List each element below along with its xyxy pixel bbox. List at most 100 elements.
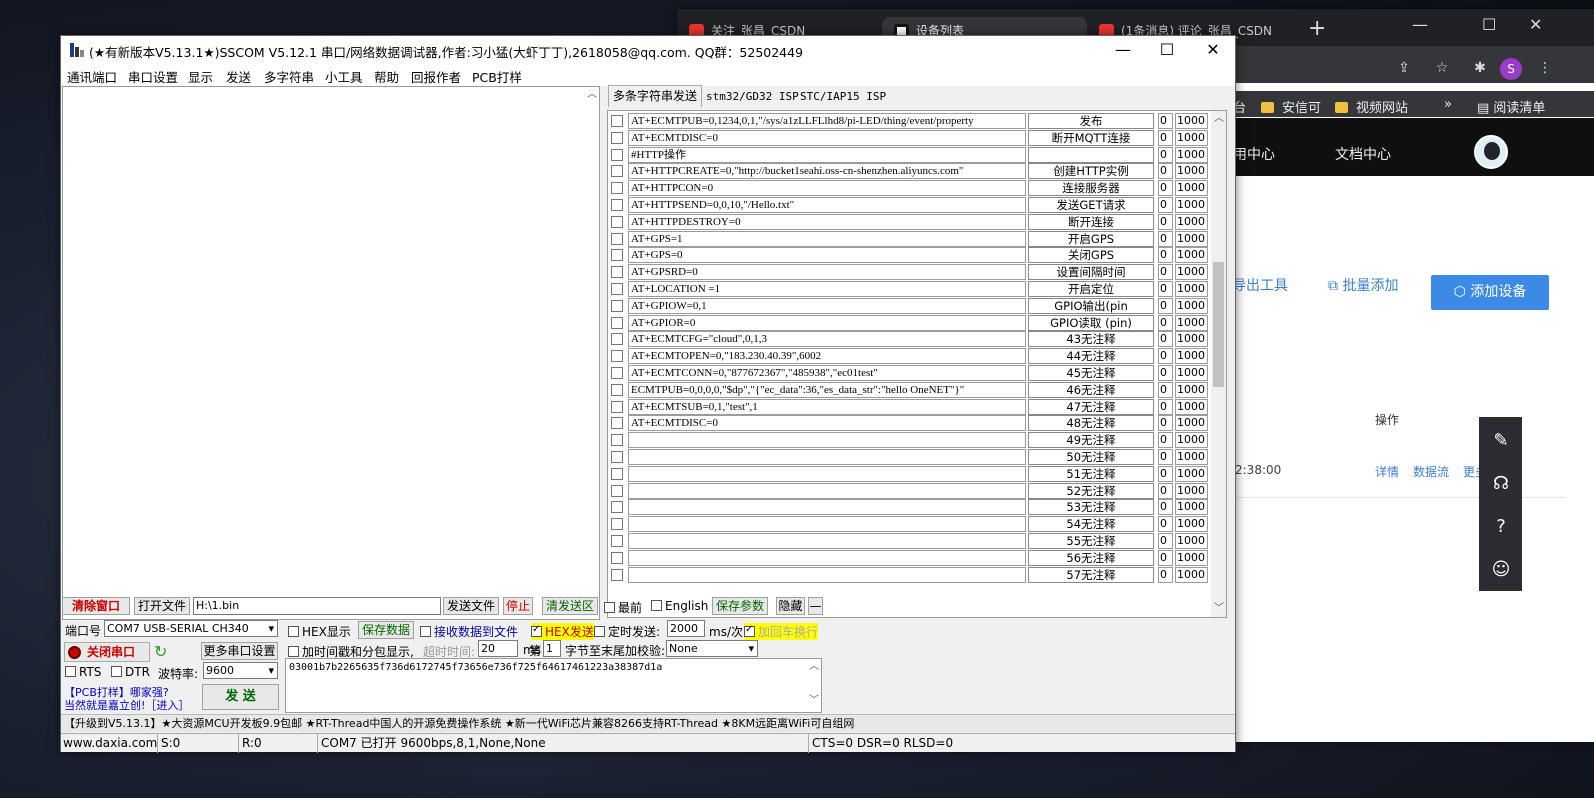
row-checkbox[interactable] <box>611 417 623 430</box>
hex-send-checkbox[interactable]: HEX发送 <box>531 623 594 640</box>
order-field[interactable]: 0 <box>1158 365 1173 381</box>
delay-field[interactable]: 1000 <box>1175 264 1208 281</box>
command-send-button[interactable]: 设置间隔时间 <box>1028 264 1154 281</box>
delay-field[interactable]: 1000 <box>1175 247 1208 264</box>
order-field[interactable]: 0 <box>1158 180 1173 197</box>
delay-field[interactable]: 1000 <box>1175 113 1208 129</box>
file-path-field[interactable]: H:\1.bin <box>193 597 441 615</box>
command-field[interactable] <box>628 465 1026 482</box>
row-checkbox[interactable] <box>611 232 623 245</box>
multi-string-scrollbar[interactable]: ︿ ﹀ <box>1211 111 1226 617</box>
command-field[interactable]: AT+LOCATION =1 <box>628 281 1026 297</box>
command-send-button[interactable]: 57无注释 <box>1028 566 1154 583</box>
command-field[interactable] <box>628 533 1026 549</box>
order-field[interactable]: 0 <box>1158 331 1173 348</box>
command-send-button[interactable]: 51无注释 <box>1028 465 1154 482</box>
command-field[interactable]: #HTTP操作 <box>628 146 1026 163</box>
row-checkbox[interactable] <box>611 199 623 211</box>
command-field[interactable] <box>628 449 1026 465</box>
command-field[interactable]: AT+GPIOR=0 <box>628 314 1026 331</box>
row-checkbox[interactable] <box>611 484 623 497</box>
command-send-button[interactable]: 开启GPS <box>1028 230 1154 247</box>
more-settings-button[interactable]: 更多串口设置 <box>201 642 278 660</box>
nav-item[interactable]: 文档中心 <box>1335 144 1391 164</box>
command-field[interactable]: AT+ECMTPUB=0,1234,0,1,"/sys/a1zLLFLlhd8/… <box>628 113 1026 129</box>
tab-stm32-isp[interactable]: stm32/GD32 ISP <box>702 86 803 107</box>
command-send-button[interactable]: 关闭GPS <box>1028 247 1154 264</box>
close-button[interactable]: ✕ <box>1203 40 1223 59</box>
menu-help[interactable]: 帮助 <box>374 67 399 86</box>
checkbox[interactable] <box>288 626 299 637</box>
news-ticker[interactable]: 【升级到V5.13.1】★大资源MCU开发板9.9包邮 ★RT-Thread中国… <box>61 714 1235 732</box>
command-field[interactable]: AT+GPS=0 <box>628 247 1026 264</box>
dtr-checkbox[interactable]: DTR <box>111 665 150 679</box>
delay-field[interactable]: 1000 <box>1175 381 1208 398</box>
row-checkbox[interactable] <box>611 467 623 480</box>
browser-minimize-button[interactable]: — <box>1412 15 1428 34</box>
row-checkbox[interactable] <box>611 165 623 178</box>
recv-to-file-checkbox[interactable]: 接收数据到文件 <box>420 623 518 640</box>
receive-scrollbar[interactable]: ︿ ﹀ <box>585 87 599 619</box>
menu-tools[interactable]: 小工具 <box>325 67 363 86</box>
delay-field[interactable]: 1000 <box>1175 163 1208 180</box>
interval-field[interactable]: 2000 <box>667 620 705 637</box>
row-checkbox[interactable] <box>611 299 623 312</box>
export-tool-link[interactable]: 导出工具 <box>1232 275 1288 295</box>
checkbox[interactable] <box>111 666 122 677</box>
delay-field[interactable]: 1000 <box>1175 415 1208 432</box>
checkbox[interactable] <box>420 626 431 637</box>
delay-field[interactable]: 1000 <box>1175 129 1208 146</box>
browser-close-button[interactable]: ✕ <box>1529 15 1542 34</box>
command-field[interactable]: AT+HTTPCON=0 <box>628 180 1026 197</box>
command-send-button[interactable]: 54无注释 <box>1028 516 1154 533</box>
delay-field[interactable]: 1000 <box>1175 365 1208 381</box>
clear-send-button[interactable]: 清发送区 <box>542 597 598 615</box>
jlc-promo-link[interactable]: 当然就是嘉立创!［进入］ <box>64 697 189 713</box>
command-send-button[interactable]: 49无注释 <box>1028 432 1154 449</box>
datastream-link[interactable]: 数据流 <box>1413 463 1449 480</box>
user-avatar[interactable] <box>1474 135 1508 169</box>
headset-icon[interactable]: ☊ <box>1491 474 1511 494</box>
order-field[interactable]: 0 <box>1158 129 1173 146</box>
row-checkbox[interactable] <box>611 182 623 195</box>
delay-field[interactable]: 1000 <box>1175 398 1208 415</box>
command-send-button[interactable]: 53无注释 <box>1028 499 1154 516</box>
delay-field[interactable]: 1000 <box>1175 533 1208 549</box>
help-icon[interactable]: ? <box>1491 517 1511 537</box>
checkbox[interactable] <box>65 666 76 677</box>
menu-comm-port[interactable]: 通讯端口 <box>67 67 117 86</box>
command-send-button[interactable]: 44无注释 <box>1028 348 1154 365</box>
checkbox[interactable] <box>604 602 615 613</box>
share-icon[interactable]: ⇪ <box>1396 60 1412 76</box>
delay-field[interactable]: 1000 <box>1175 297 1208 314</box>
command-field[interactable] <box>628 549 1026 566</box>
command-send-button[interactable]: GPIO读取 (pin) <box>1028 314 1154 331</box>
row-checkbox[interactable] <box>611 266 623 279</box>
command-send-button[interactable] <box>1028 146 1154 163</box>
minimize-button[interactable]: — <box>1113 40 1133 59</box>
order-field[interactable]: 0 <box>1158 465 1173 482</box>
add-device-button[interactable]: ⬡ 添加设备 <box>1431 275 1549 310</box>
reading-list[interactable]: ▤ 阅读清单 <box>1477 97 1545 116</box>
delay-field[interactable]: 1000 <box>1175 213 1208 230</box>
row-checkbox[interactable] <box>611 434 623 447</box>
timed-send-checkbox[interactable]: 定时发送: <box>594 623 660 640</box>
profile-avatar[interactable]: S <box>1500 58 1522 80</box>
command-send-button[interactable]: 断开连接 <box>1028 213 1154 230</box>
bookmarks-overflow[interactable]: » <box>1444 97 1452 112</box>
delay-field[interactable]: 1000 <box>1175 482 1208 499</box>
command-send-button[interactable]: 断开MQTT连接 <box>1028 129 1154 146</box>
scroll-down-icon[interactable]: ﹀ <box>809 696 819 706</box>
scroll-up-icon[interactable]: ︿ <box>1214 114 1224 124</box>
row-checkbox[interactable] <box>611 316 623 329</box>
scrollbar-thumb[interactable] <box>1213 262 1224 387</box>
maximize-button[interactable]: ☐ <box>1157 40 1177 59</box>
checksum-select[interactable]: None <box>666 640 758 657</box>
command-send-button[interactable]: 55无注释 <box>1028 533 1154 549</box>
order-field[interactable]: 0 <box>1158 499 1173 516</box>
menu-serial-settings[interactable]: 串口设置 <box>128 67 178 86</box>
command-send-button[interactable]: 45无注释 <box>1028 365 1154 381</box>
order-field[interactable]: 0 <box>1158 449 1173 465</box>
command-field[interactable] <box>628 516 1026 533</box>
row-checkbox[interactable] <box>611 131 623 144</box>
